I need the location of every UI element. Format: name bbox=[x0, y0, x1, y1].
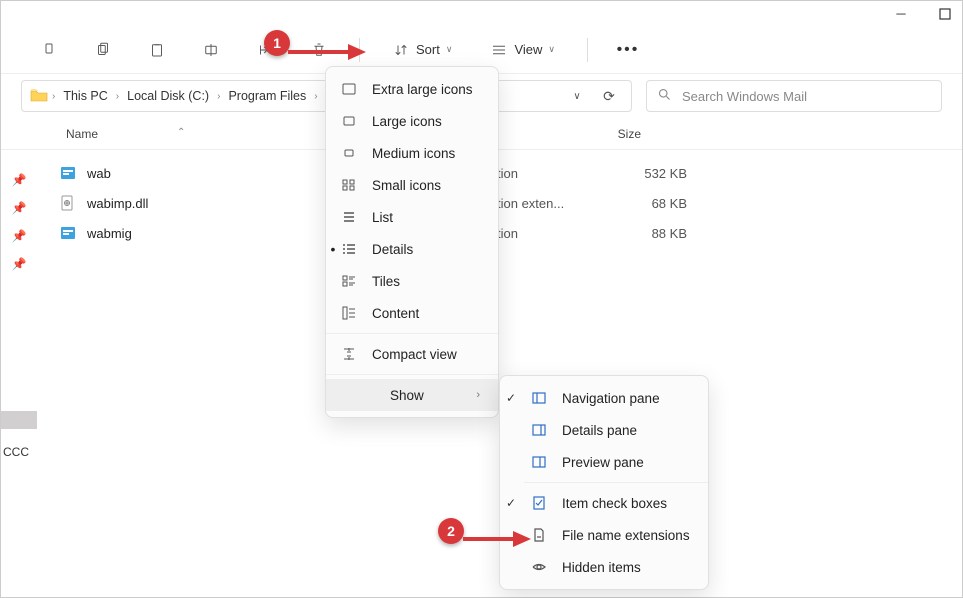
menu-item-content[interactable]: Content bbox=[326, 297, 498, 329]
more-button[interactable]: ••• bbox=[610, 32, 646, 68]
pin-icon: 📌 bbox=[12, 229, 27, 243]
view-label: View bbox=[514, 42, 542, 57]
file-size: 88 KB bbox=[597, 226, 687, 241]
file-type: tion bbox=[497, 166, 597, 181]
view-button[interactable]: View ∨ bbox=[480, 32, 565, 68]
menu-item-details[interactable]: •Details bbox=[326, 233, 498, 265]
file-type: tion bbox=[497, 226, 597, 241]
annotation-arrow-2 bbox=[463, 529, 533, 549]
menu-item-hidden-items[interactable]: Hidden items bbox=[524, 551, 708, 583]
view-menu: Extra large icons Large icons Medium ico… bbox=[325, 66, 499, 418]
medium-icons-icon bbox=[340, 145, 358, 161]
paste-button[interactable] bbox=[139, 32, 175, 68]
extra-large-icons-icon bbox=[340, 81, 358, 97]
check-icon: ✓ bbox=[506, 391, 520, 405]
small-icons-icon bbox=[340, 177, 358, 193]
menu-item-list[interactable]: List bbox=[326, 201, 498, 233]
menu-item-navigation-pane[interactable]: ✓Navigation pane bbox=[524, 382, 708, 414]
file-type: tion exten... bbox=[497, 196, 597, 211]
history-dropdown[interactable]: ∨ bbox=[563, 82, 591, 110]
pin-icon: 📌 bbox=[12, 201, 27, 215]
breadcrumb-item[interactable]: Local Disk (C:) bbox=[123, 87, 213, 105]
tiles-icon bbox=[340, 273, 358, 289]
menu-item-item-check-boxes[interactable]: ✓Item check boxes bbox=[524, 487, 708, 519]
annotation-arrow-1 bbox=[288, 42, 368, 62]
chevron-right-icon: › bbox=[314, 91, 317, 102]
menu-item-file-name-extensions[interactable]: File name extensions bbox=[524, 519, 708, 551]
pin-icon: 📌 bbox=[12, 257, 27, 271]
toolbar-divider-2 bbox=[587, 38, 588, 62]
checkboxes-icon bbox=[530, 495, 548, 511]
menu-item-large-icons[interactable]: Large icons bbox=[326, 105, 498, 137]
menu-item-medium-icons[interactable]: Medium icons bbox=[326, 137, 498, 169]
show-submenu: ✓Navigation pane Details pane Preview pa… bbox=[499, 375, 709, 590]
refresh-button[interactable]: ⟳ bbox=[595, 82, 623, 110]
chevron-right-icon: › bbox=[52, 91, 55, 102]
app-icon bbox=[59, 164, 77, 182]
app-icon bbox=[59, 224, 77, 242]
large-icons-icon bbox=[340, 113, 358, 129]
chevron-right-icon: › bbox=[116, 91, 119, 102]
check-icon: ✓ bbox=[506, 496, 520, 510]
search-input[interactable]: Search Windows Mail bbox=[646, 80, 942, 112]
dll-icon bbox=[59, 194, 77, 212]
content-icon bbox=[340, 305, 358, 321]
breadcrumb-item[interactable]: Program Files bbox=[224, 87, 310, 105]
search-icon bbox=[657, 87, 672, 105]
sort-label: Sort bbox=[416, 42, 440, 57]
pin-icon: 📌 bbox=[12, 173, 27, 187]
list-icon bbox=[340, 209, 358, 225]
copy-button[interactable] bbox=[85, 32, 121, 68]
sort-button[interactable]: Sort ∨ bbox=[382, 32, 462, 68]
breadcrumb-item[interactable]: This PC bbox=[59, 87, 111, 105]
title-bar: ─ bbox=[1, 1, 962, 26]
menu-item-small-icons[interactable]: Small icons bbox=[326, 169, 498, 201]
preview-pane-icon bbox=[530, 454, 548, 470]
sidebar-fragment: CCC bbox=[1, 411, 41, 459]
chevron-right-icon: › bbox=[476, 389, 480, 401]
search-placeholder: Search Windows Mail bbox=[682, 89, 807, 104]
rename-button[interactable] bbox=[193, 32, 229, 68]
navigation-pane-icon bbox=[530, 390, 548, 406]
menu-item-compact-view[interactable]: Compact view bbox=[326, 338, 498, 370]
sidebar-text: CCC bbox=[1, 445, 29, 459]
menu-separator bbox=[524, 482, 708, 483]
minimize-button[interactable]: ─ bbox=[894, 7, 908, 21]
menu-item-details-pane[interactable]: Details pane bbox=[524, 414, 708, 446]
menu-item-extra-large-icons[interactable]: Extra large icons bbox=[326, 73, 498, 105]
menu-item-preview-pane[interactable]: Preview pane bbox=[524, 446, 708, 478]
annotation-badge-2: 2 bbox=[438, 518, 464, 544]
menu-separator bbox=[326, 374, 498, 375]
folder-icon bbox=[30, 88, 48, 105]
menu-separator bbox=[326, 333, 498, 334]
compact-view-icon bbox=[340, 346, 358, 362]
column-size[interactable]: Size bbox=[561, 127, 641, 141]
cut-button[interactable] bbox=[31, 32, 67, 68]
file-size: 68 KB bbox=[597, 196, 687, 211]
selected-indicator: • bbox=[328, 241, 338, 257]
annotation-badge-1: 1 bbox=[264, 30, 290, 56]
menu-item-show[interactable]: Show› bbox=[326, 379, 498, 411]
details-icon bbox=[340, 241, 358, 257]
maximize-button[interactable] bbox=[938, 7, 952, 21]
chevron-right-icon: › bbox=[217, 91, 220, 102]
file-size: 532 KB bbox=[597, 166, 687, 181]
menu-item-tiles[interactable]: Tiles bbox=[326, 265, 498, 297]
quick-access-pins: 📌 📌 📌 📌 bbox=[1, 173, 37, 271]
details-pane-icon bbox=[530, 422, 548, 438]
hidden-items-icon bbox=[530, 559, 548, 575]
